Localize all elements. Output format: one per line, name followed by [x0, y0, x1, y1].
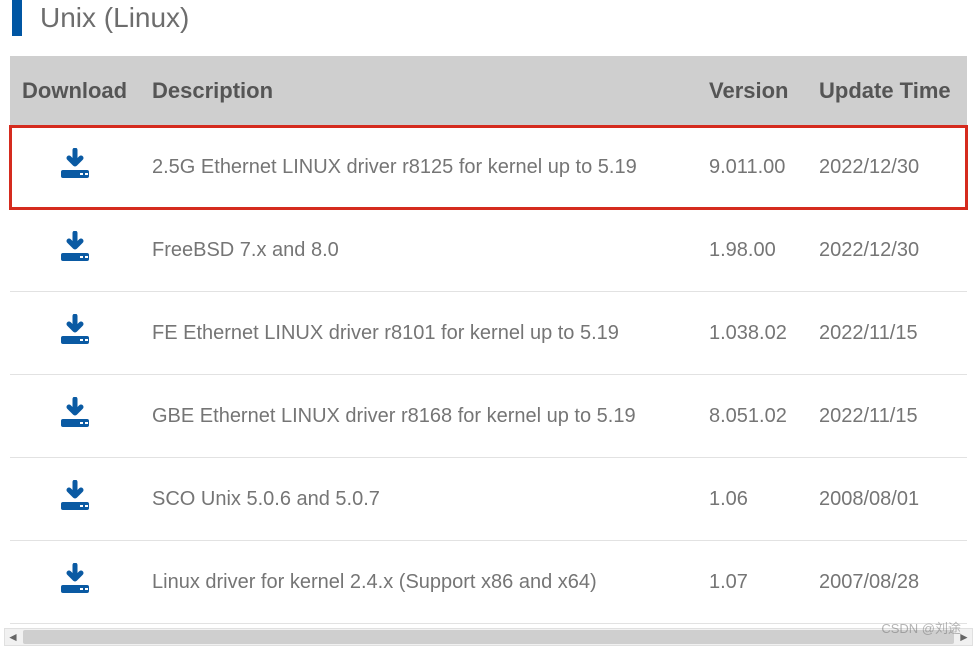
update-time-cell: 2022/11/15	[807, 375, 967, 458]
column-header-version: Version	[697, 56, 807, 126]
update-time-cell: 2008/08/01	[807, 458, 967, 541]
description-cell: GBE Ethernet LINUX driver r8168 for kern…	[140, 375, 697, 458]
downloads-table-container: Download Description Version Update Time…	[0, 56, 977, 626]
scroll-left-arrow-icon[interactable]: ◄	[5, 629, 21, 645]
page-title: Unix (Linux)	[40, 2, 189, 34]
column-header-update-time: Update Time	[807, 56, 967, 126]
table-row: Linux driver for kernel 2.4.x (Support x…	[10, 541, 967, 624]
version-cell: 9.011.00	[697, 126, 807, 209]
download-icon[interactable]	[58, 148, 92, 180]
download-cell	[10, 541, 140, 624]
column-header-download: Download	[10, 56, 140, 126]
download-icon[interactable]	[58, 397, 92, 429]
description-cell: 2.5G Ethernet LINUX driver r8125 for ker…	[140, 126, 697, 209]
scrollbar-thumb[interactable]	[23, 630, 954, 644]
version-cell: 8.051.02	[697, 375, 807, 458]
download-icon[interactable]	[58, 563, 92, 595]
horizontal-scrollbar[interactable]: ◄ ►	[4, 628, 973, 646]
update-time-cell: 2022/11/15	[807, 292, 967, 375]
version-cell: 1.07	[697, 541, 807, 624]
download-icon[interactable]	[58, 231, 92, 263]
download-cell	[10, 126, 140, 209]
update-time-cell: 2022/12/30	[807, 209, 967, 292]
description-cell: FE Ethernet LINUX driver r8101 for kerne…	[140, 292, 697, 375]
version-cell: 1.06	[697, 458, 807, 541]
version-cell: 1.038.02	[697, 292, 807, 375]
page-header: Unix (Linux)	[0, 0, 977, 56]
column-header-description: Description	[140, 56, 697, 126]
download-cell	[10, 292, 140, 375]
table-row: GBE Ethernet LINUX driver r8168 for kern…	[10, 375, 967, 458]
table-row: FE Ethernet LINUX driver r8101 for kerne…	[10, 292, 967, 375]
description-cell: Linux driver for kernel 2.4.x (Support x…	[140, 541, 697, 624]
download-icon[interactable]	[58, 314, 92, 346]
table-row: 2.5G Ethernet LINUX driver r8125 for ker…	[10, 126, 967, 209]
download-icon[interactable]	[58, 480, 92, 512]
description-cell: FreeBSD 7.x and 8.0	[140, 209, 697, 292]
downloads-table: Download Description Version Update Time…	[10, 56, 967, 624]
description-cell: SCO Unix 5.0.6 and 5.0.7	[140, 458, 697, 541]
table-row: SCO Unix 5.0.6 and 5.0.71.062008/08/01	[10, 458, 967, 541]
header-accent-bar	[12, 0, 22, 36]
watermark: CSDN @刘途	[881, 618, 961, 637]
table-row: FreeBSD 7.x and 8.01.98.002022/12/30	[10, 209, 967, 292]
update-time-cell: 2022/12/30	[807, 126, 967, 209]
version-cell: 1.98.00	[697, 209, 807, 292]
table-header-row: Download Description Version Update Time	[10, 56, 967, 126]
download-cell	[10, 209, 140, 292]
update-time-cell: 2007/08/28	[807, 541, 967, 624]
download-cell	[10, 375, 140, 458]
download-cell	[10, 458, 140, 541]
